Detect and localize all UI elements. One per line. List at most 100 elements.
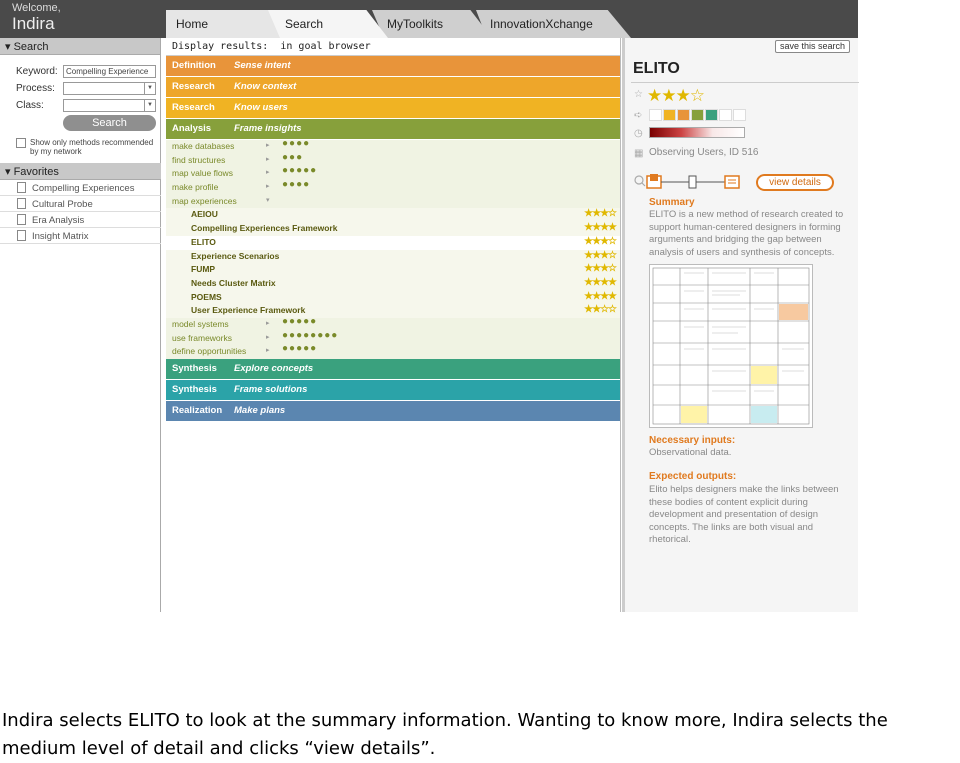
favorites-section-title: Favorites xyxy=(13,166,59,178)
submethod-name: ELITO xyxy=(191,236,216,247)
document-icon xyxy=(17,198,26,209)
network-checkbox[interactable] xyxy=(16,138,26,148)
observing-users-id: Observing Users, ID 516 xyxy=(649,147,759,158)
sidebar: ▾ Search Keyword: Compelling Experience … xyxy=(0,38,161,612)
phase-goal: Sense intent xyxy=(234,60,291,71)
save-search-button[interactable]: save this search xyxy=(775,40,851,53)
method-name: make databases xyxy=(172,141,235,151)
method-count-dots: ●●●● xyxy=(282,138,311,149)
favorite-item[interactable]: Insight Matrix xyxy=(0,228,161,244)
phase-band[interactable]: Analysis Frame insights xyxy=(166,119,620,140)
display-label: Display results: xyxy=(172,41,269,52)
submethod-row[interactable]: User Experience Framework ★★☆☆ xyxy=(166,304,620,318)
keyword-input[interactable]: Compelling Experience xyxy=(63,65,156,78)
document-icon xyxy=(17,214,26,225)
chevron-right-icon[interactable]: ▸ xyxy=(266,333,270,341)
method-count-dots: ●●●●● xyxy=(282,315,318,327)
display-value[interactable]: in goal browser xyxy=(280,41,370,52)
chevron-right-icon[interactable]: ▸ xyxy=(266,346,270,354)
rating-stars: ★★★☆ xyxy=(584,263,617,275)
phase-swatch xyxy=(649,109,662,121)
submethod-row[interactable]: POEMS ★★★★ xyxy=(166,290,620,305)
phase-swatch xyxy=(691,109,704,121)
method-row[interactable]: map value flows ▸ ●●●●● xyxy=(166,165,620,181)
document-icon xyxy=(17,230,26,241)
method-thumbnail[interactable] xyxy=(649,264,813,428)
method-row[interactable]: make databases ▸ ●●●● xyxy=(166,138,620,154)
phase-swatch xyxy=(663,109,676,121)
chevron-right-icon[interactable]: ▸ xyxy=(266,319,270,327)
phase-goal: Frame solutions xyxy=(234,384,308,395)
detail-panel: save this search ELITO ☆ ★★★☆ ➪ ◷ ▦ Obse… xyxy=(622,38,859,612)
chevron-right-icon[interactable]: ▸ xyxy=(266,141,270,149)
method-row[interactable]: use frameworks ▸ ●●●●●●●● xyxy=(166,330,620,346)
inputs-text: Observational data. xyxy=(649,447,732,458)
phase-name: Analysis xyxy=(172,123,212,134)
tab-innovationxchange[interactable]: InnovationXchange xyxy=(476,10,631,38)
favorite-item[interactable]: Era Analysis xyxy=(0,212,161,228)
chevron-right-icon[interactable]: ▸ xyxy=(266,168,270,176)
chevron-right-icon[interactable]: ▸ xyxy=(266,155,270,163)
outputs-heading: Expected outputs: xyxy=(649,471,737,482)
method-count-dots: ●●●● xyxy=(282,179,311,191)
phase-swatches xyxy=(649,109,746,121)
phase-band[interactable]: Synthesis Explore concepts xyxy=(166,359,620,380)
rating-stars: ★★☆☆ xyxy=(584,304,617,316)
phase-name: Definition xyxy=(172,60,216,71)
submethod-row[interactable]: AEIOU ★★★☆ xyxy=(166,208,620,223)
rating-stars: ★★★★ xyxy=(584,276,617,288)
phase-goal: Make plans xyxy=(234,405,286,416)
star-outline-icon: ☆ xyxy=(634,89,643,100)
method-name: map experiences xyxy=(172,195,237,206)
rating-stars: ★★★☆ xyxy=(584,235,617,247)
submethod-name: Experience Scenarios xyxy=(191,250,280,261)
submethod-row[interactable]: Needs Cluster Matrix ★★★★ xyxy=(166,276,620,291)
class-select[interactable]: ▼ xyxy=(63,99,156,112)
submethod-row[interactable]: Experience Scenarios ★★★☆ xyxy=(166,249,620,264)
method-row-expanded[interactable]: map experiences ▾ xyxy=(166,195,620,209)
method-name: find structures xyxy=(172,154,226,165)
submethod-row-selected[interactable]: ELITO ★★★☆ xyxy=(166,235,620,250)
submethod-row[interactable]: Compelling Experiences Framework ★★★★ xyxy=(166,222,620,236)
phase-band[interactable]: Research Know users xyxy=(166,98,620,119)
effort-gradient-bar xyxy=(649,127,745,138)
thumbnail-table-image xyxy=(652,267,810,425)
search-section-header[interactable]: ▾ Search xyxy=(0,38,160,55)
phase-band[interactable]: Research Know context xyxy=(166,77,620,98)
phase-band[interactable]: Realization Make plans xyxy=(166,401,620,422)
submethod-row[interactable]: FUMP ★★★☆ xyxy=(166,263,620,277)
class-label: Class: xyxy=(16,100,44,111)
method-name: map value flows xyxy=(172,168,233,179)
summary-text: ELITO is a new method of research create… xyxy=(649,209,844,258)
method-row[interactable]: make profile ▸ ●●●● xyxy=(166,179,620,195)
method-row[interactable]: model systems ▸ ●●●●● xyxy=(166,315,620,332)
slider-handle[interactable] xyxy=(688,175,697,189)
phase-band[interactable]: Definition Sense intent xyxy=(166,56,620,77)
rating-stars: ★★★★ xyxy=(584,222,617,234)
submethod-name: AEIOU xyxy=(191,209,218,220)
phase-name: Research xyxy=(172,102,215,113)
tab-mytoolkits[interactable]: MyToolkits xyxy=(372,10,492,38)
phase-band[interactable]: Synthesis Frame solutions xyxy=(166,380,620,401)
method-row[interactable]: define opportunities ▸ ●●●●● xyxy=(166,343,620,359)
grid-icon: ▦ xyxy=(634,148,644,159)
method-name: model systems xyxy=(172,318,229,329)
favorite-item[interactable]: Compelling Experiences xyxy=(0,180,161,196)
method-name: make profile xyxy=(172,182,219,193)
phase-swatch xyxy=(719,109,732,121)
favorite-item[interactable]: Cultural Probe xyxy=(0,196,161,212)
level-high-icon[interactable] xyxy=(724,175,740,189)
method-row[interactable]: find structures ▸ ●●● xyxy=(166,152,620,168)
app-window: Welcome, Indira Home InnovationXchange M… xyxy=(0,0,859,612)
network-option-label: Show only methods recommended by my netw… xyxy=(30,138,154,156)
favorites-section-header[interactable]: ▾ Favorites xyxy=(0,163,161,180)
chevron-down-icon[interactable]: ▾ xyxy=(266,196,270,204)
phase-swatch xyxy=(733,109,746,121)
zoom-icon xyxy=(634,175,644,185)
search-button[interactable]: Search xyxy=(63,115,156,131)
chevron-right-icon[interactable]: ▸ xyxy=(266,182,270,190)
method-list: make databases ▸ ●●●● find structures ▸ ●●● ma… xyxy=(166,138,620,359)
view-details-button[interactable]: view details xyxy=(756,174,834,191)
tab-search[interactable]: Search xyxy=(268,10,388,38)
process-select[interactable]: ▼ xyxy=(63,82,156,95)
